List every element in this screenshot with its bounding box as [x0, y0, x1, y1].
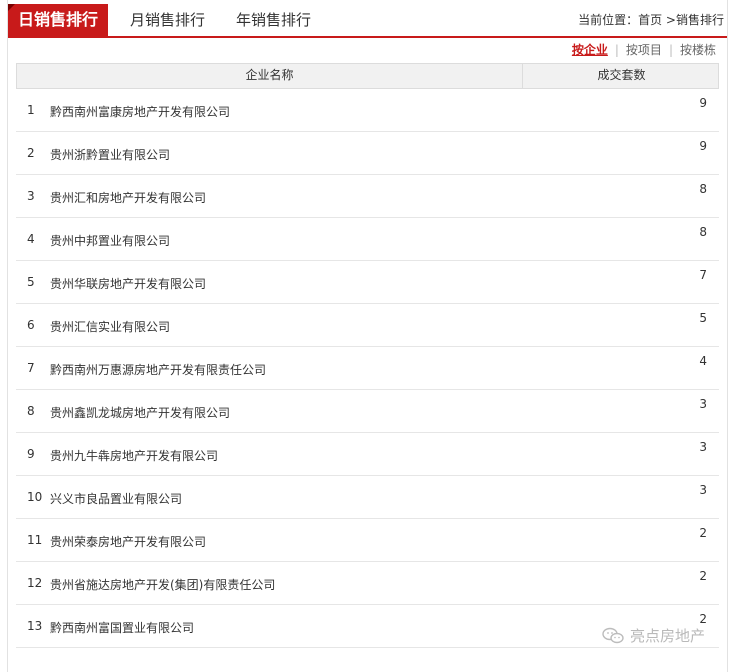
row-rank: 3: [27, 189, 35, 203]
row-company-name[interactable]: 贵州汇信实业有限公司: [50, 318, 170, 335]
row-company-name[interactable]: 贵州汇和房地产开发有限公司: [50, 189, 206, 206]
row-deal-count: 8: [699, 225, 707, 239]
row-company-name[interactable]: 贵州九牛犇房地产开发有限公司: [50, 447, 218, 464]
table-row: 1 黔西南州富康房地产开发有限公司 9: [16, 89, 719, 132]
row-deal-count: 2: [699, 612, 707, 626]
row-rank: 9: [27, 447, 35, 461]
column-header-company-name: 企业名称: [17, 64, 523, 88]
sort-switch: 按企业 | 按项目 | 按楼栋: [572, 41, 716, 58]
tab-monthly-sales[interactable]: 月销售排行: [130, 7, 205, 34]
row-rank: 13: [27, 619, 43, 633]
ranking-table: 企业名称 成交套数 1 黔西南州富康房地产开发有限公司 9 2 贵州浙黔置业有限公司 9 3…: [16, 63, 719, 648]
table-row: 12 贵州省施达房地产开发(集团)有限责任公司 2: [16, 562, 719, 605]
row-rank: 7: [27, 361, 35, 375]
table-row: 2 贵州浙黔置业有限公司 9: [16, 132, 719, 175]
table-header: 企业名称 成交套数: [16, 63, 719, 89]
tab-label: 月销售排行: [130, 11, 206, 29]
breadcrumb-separator: >: [662, 13, 676, 27]
column-header-deal-count: 成交套数: [597, 68, 646, 82]
row-company-name[interactable]: 黔西南州万惠源房地产开发有限责任公司: [50, 361, 266, 378]
sort-separator: |: [668, 43, 673, 57]
row-rank: 4: [27, 232, 35, 246]
row-deal-count: 9: [699, 96, 707, 110]
table-row: 10 兴义市良品置业有限公司 3: [16, 476, 719, 519]
sort-separator: |: [614, 43, 619, 57]
row-deal-count: 3: [699, 483, 707, 497]
breadcrumb-prefix: 当前位置：: [578, 13, 639, 27]
table-row: 11 贵州荣泰房地产开发有限公司 2: [16, 519, 719, 562]
tab-yearly-sales[interactable]: 年销售排行: [236, 7, 311, 34]
row-company-name[interactable]: 贵州中邦置业有限公司: [50, 232, 170, 249]
row-company-name[interactable]: 贵州省施达房地产开发(集团)有限责任公司: [50, 576, 275, 593]
row-company-name[interactable]: 贵州浙黔置业有限公司: [50, 146, 170, 163]
breadcrumb: 当前位置：首页 >销售排行: [578, 11, 724, 28]
row-company-name[interactable]: 兴义市良品置业有限公司: [50, 490, 182, 507]
row-deal-count: 5: [699, 311, 707, 325]
row-rank: 10: [27, 490, 43, 504]
table-row: 4 贵州中邦置业有限公司 8: [16, 218, 719, 261]
row-rank: 1: [27, 103, 35, 117]
watermark-text: 亮点房地产: [629, 627, 705, 645]
table-row: 9 贵州九牛犇房地产开发有限公司 3: [16, 433, 719, 476]
tab-bar: 日销售排行 月销售排行 年销售排行 当前位置：首页 >销售排行: [8, 0, 727, 38]
row-deal-count: 7: [699, 268, 707, 282]
row-rank: 5: [27, 275, 35, 289]
row-company-name[interactable]: 贵州华联房地产开发有限公司: [50, 275, 206, 292]
row-deal-count: 2: [699, 569, 707, 583]
sort-by-project-link[interactable]: 按项目: [626, 43, 662, 57]
tab-label: 年销售排行: [236, 11, 312, 29]
table-row: 5 贵州华联房地产开发有限公司 7: [16, 261, 719, 304]
row-company-name[interactable]: 贵州荣泰房地产开发有限公司: [50, 533, 206, 550]
row-company-name[interactable]: 黔西南州富康房地产开发有限公司: [50, 103, 230, 120]
row-deal-count: 3: [699, 397, 707, 411]
breadcrumb-home-link[interactable]: 首页: [638, 13, 662, 27]
row-rank: 6: [27, 318, 35, 332]
table-body: 1 黔西南州富康房地产开发有限公司 9 2 贵州浙黔置业有限公司 9 3 贵州汇和房地产开发有…: [16, 89, 719, 648]
table-row: 6 贵州汇信实业有限公司 5: [16, 304, 719, 347]
row-rank: 8: [27, 404, 35, 418]
tab-label: 日销售排行: [17, 10, 98, 29]
row-deal-count: 2: [699, 526, 707, 540]
row-company-name[interactable]: 黔西南州富国置业有限公司: [50, 619, 194, 636]
row-deal-count: 3: [699, 440, 707, 454]
row-rank: 2: [27, 146, 35, 160]
table-row: 3 贵州汇和房地产开发有限公司 8: [16, 175, 719, 218]
sort-by-company-link[interactable]: 按企业: [572, 43, 608, 57]
row-rank: 12: [27, 576, 43, 590]
row-deal-count: 9: [699, 139, 707, 153]
watermark: 亮点房地产: [602, 625, 705, 646]
tab-daily-sales[interactable]: 日销售排行: [8, 4, 108, 36]
table-row: 7 黔西南州万惠源房地产开发有限责任公司 4: [16, 347, 719, 390]
wechat-icon: [602, 627, 624, 643]
ranking-panel: 日销售排行 月销售排行 年销售排行 当前位置：首页 >销售排行 按企业 | 按项目 |…: [7, 0, 728, 672]
tab-corner-decoration: [8, 4, 15, 11]
sort-by-building-link[interactable]: 按楼栋: [680, 43, 716, 57]
row-rank: 11: [27, 533, 43, 547]
row-company-name[interactable]: 贵州鑫凯龙城房地产开发有限公司: [50, 404, 230, 421]
breadcrumb-current[interactable]: 销售排行: [676, 13, 724, 27]
row-deal-count: 8: [699, 182, 707, 196]
table-row: 8 贵州鑫凯龙城房地产开发有限公司 3: [16, 390, 719, 433]
row-deal-count: 4: [699, 354, 707, 368]
